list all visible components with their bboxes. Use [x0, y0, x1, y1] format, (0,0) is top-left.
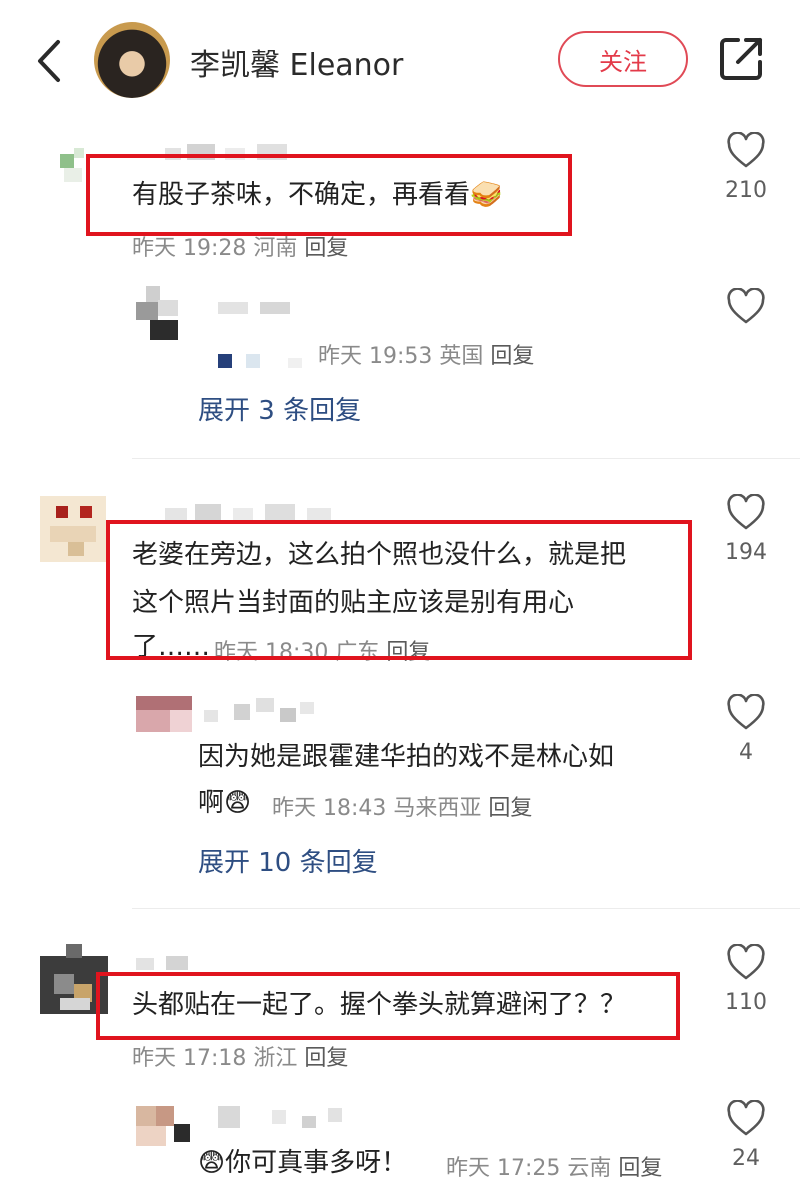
- share-icon: [720, 38, 762, 80]
- highlight-box: [86, 154, 572, 236]
- comment-divider: [132, 458, 800, 459]
- heart-outline-icon: [727, 132, 765, 168]
- author-name[interactable]: 李凯馨 Eleanor: [190, 40, 403, 84]
- comment-time: 昨天 19:28: [132, 236, 247, 261]
- reply-button[interactable]: 回复: [490, 344, 534, 369]
- reply-meta: 昨天 18:43 马来西亚 回复: [272, 790, 532, 822]
- like-count: 4: [739, 740, 753, 765]
- reply-text-blurred: [218, 348, 308, 368]
- expand-replies-link[interactable]: 展开 3 条回复: [198, 390, 361, 427]
- reply-time: 昨天 19:53: [318, 344, 433, 369]
- reply-text: 😨你可真事多呀！: [198, 1148, 408, 1178]
- highlight-box: [106, 520, 692, 660]
- reply-location: 马来西亚: [393, 796, 482, 821]
- commenter-name-blurred: [136, 956, 206, 972]
- reply-name-blurred: [218, 300, 298, 316]
- heart-outline-icon: [727, 694, 765, 730]
- heart-outline-icon: [727, 944, 765, 980]
- comment-location: 河南: [253, 236, 298, 261]
- heart-outline-icon: [727, 1100, 765, 1136]
- commenter-avatar[interactable]: [40, 496, 106, 562]
- reply-button[interactable]: 回复: [304, 1046, 348, 1071]
- top-bar: 李凯馨 Eleanor 关注: [0, 0, 800, 120]
- reply-text-line: 啊😨: [198, 788, 252, 818]
- highlight-box: [96, 972, 680, 1040]
- like-count: 24: [732, 1146, 760, 1171]
- like-count: 194: [725, 540, 767, 565]
- reply-time: 昨天 18:43: [272, 796, 387, 821]
- comment-location: 浙江: [253, 1046, 298, 1071]
- like-count: 110: [725, 990, 767, 1015]
- comment-time: 昨天 17:18: [132, 1046, 247, 1071]
- share-button[interactable]: [716, 34, 766, 84]
- like-button[interactable]: 110: [716, 944, 776, 1015]
- reply-avatar[interactable]: [136, 286, 180, 342]
- like-button[interactable]: 4: [716, 694, 776, 765]
- reply-text-line: 因为她是跟霍建华拍的戏不是林心如: [198, 742, 615, 772]
- reply-meta: 昨天 17:25 云南 回复: [446, 1150, 662, 1182]
- reply-location: 英国: [439, 344, 484, 369]
- like-button[interactable]: 210: [716, 132, 776, 203]
- heart-outline-icon: [727, 494, 765, 530]
- like-button[interactable]: 24: [716, 1100, 776, 1171]
- reply-time: 昨天 17:25: [446, 1156, 561, 1181]
- reply-button[interactable]: 回复: [304, 236, 348, 261]
- comment-meta: 昨天 17:18 浙江 回复: [132, 1040, 348, 1072]
- reply-name-blurred: [218, 1106, 348, 1130]
- reply-name-blurred: [204, 698, 324, 724]
- heart-outline-icon: [727, 288, 765, 324]
- reply-meta: 昨天 19:53 英国 回复: [318, 338, 534, 370]
- reply-button[interactable]: 回复: [618, 1156, 662, 1181]
- reply-button[interactable]: 回复: [488, 796, 532, 821]
- reply-avatar[interactable]: [136, 696, 192, 740]
- follow-button[interactable]: 关注: [558, 31, 688, 87]
- reply-avatar[interactable]: [136, 1106, 192, 1148]
- comment-divider: [132, 908, 800, 909]
- like-button[interactable]: [716, 288, 776, 326]
- chevron-left-icon: [38, 40, 60, 82]
- like-count: 210: [725, 178, 767, 203]
- author-avatar[interactable]: [94, 22, 170, 98]
- reply-location: 云南: [567, 1156, 612, 1181]
- back-button[interactable]: [30, 36, 70, 86]
- like-button[interactable]: 194: [716, 494, 776, 565]
- expand-replies-link[interactable]: 展开 10 条回复: [198, 842, 378, 879]
